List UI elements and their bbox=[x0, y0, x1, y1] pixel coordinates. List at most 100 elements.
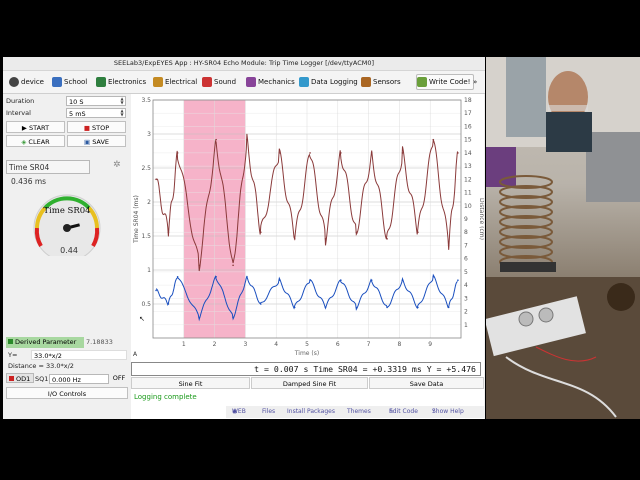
gear-icon bbox=[9, 77, 19, 87]
y2-tick-label: 5 bbox=[464, 269, 468, 276]
x-tick-label: 6 bbox=[336, 341, 340, 348]
spin-arrows-icon[interactable]: ▲ ▼ bbox=[119, 97, 125, 105]
y-tick-label: 3 bbox=[147, 131, 151, 138]
gauge-value: 0.44 bbox=[60, 246, 78, 255]
od1-toggle[interactable]: OD1 bbox=[6, 373, 34, 383]
checkbox-checked-icon bbox=[8, 339, 13, 344]
menu-device[interactable]: device bbox=[9, 75, 44, 89]
code-icon bbox=[417, 77, 427, 87]
start-button[interactable]: ▶ START bbox=[6, 121, 65, 133]
series-point bbox=[293, 306, 296, 309]
sine-fit-button[interactable]: Sine Fit bbox=[131, 377, 250, 389]
chart: 0.511.522.533.51234567891011121314151617… bbox=[133, 97, 484, 358]
spin-arrows-icon[interactable]: ▲ ▼ bbox=[119, 109, 125, 117]
duration-input[interactable]: 10 S ▲ ▼ bbox=[66, 96, 126, 106]
series-point bbox=[447, 306, 450, 309]
series-point bbox=[215, 276, 217, 278]
x-tick-label: 4 bbox=[274, 341, 278, 348]
series-point bbox=[355, 306, 358, 309]
y2-tick-label: 7 bbox=[464, 242, 468, 249]
stop-button[interactable]: ■ STOP bbox=[67, 121, 126, 133]
menu-data-logging[interactable]: Data Logging bbox=[299, 75, 358, 89]
sq1-label: SQ1 bbox=[35, 375, 49, 383]
y2-axis-label: Distance (cm) bbox=[478, 198, 484, 240]
x-tick-label: 2 bbox=[213, 341, 217, 348]
webcam-scene bbox=[486, 57, 640, 419]
series-point bbox=[260, 303, 262, 305]
x-tick-label: 8 bbox=[397, 341, 401, 348]
menu-electronics[interactable]: Electronics bbox=[96, 75, 146, 89]
series-point bbox=[432, 276, 435, 278]
series-point bbox=[155, 178, 157, 181]
gauge: Time SR04 0.44 bbox=[33, 194, 101, 256]
save-data-button[interactable]: Save Data bbox=[369, 377, 484, 389]
series-point bbox=[340, 279, 342, 281]
series-point bbox=[324, 306, 327, 309]
y2-tick-label: 1 bbox=[464, 322, 468, 329]
y2-tick-label: 13 bbox=[464, 163, 472, 170]
y2-tick-label: 16 bbox=[464, 123, 472, 130]
duration-label: Duration bbox=[6, 97, 35, 105]
y-tick-label: 1 bbox=[147, 267, 151, 274]
menu-mechanics[interactable]: Mechanics bbox=[246, 75, 295, 89]
stop-icon: ■ bbox=[83, 124, 93, 132]
electrical-icon bbox=[153, 77, 163, 87]
sensors-icon bbox=[361, 77, 371, 87]
themes-link[interactable]: Themes bbox=[347, 406, 371, 418]
y2-tick-label: 11 bbox=[464, 190, 472, 197]
clear-button[interactable]: ◈ CLEAR bbox=[6, 135, 65, 147]
files-link[interactable]: Files bbox=[262, 406, 275, 418]
write-code-button[interactable]: Write Code! bbox=[416, 74, 475, 90]
menu-sensors[interactable]: Sensors bbox=[361, 75, 401, 89]
x-tick-label: 9 bbox=[428, 341, 432, 348]
y-tick-label: 0.5 bbox=[141, 301, 151, 308]
play-icon: ▶ bbox=[21, 124, 29, 132]
window-title: SEELab3/ExpEYES App : HY-SR04 Echo Modul… bbox=[3, 57, 485, 71]
menu-sound[interactable]: Sound bbox=[202, 75, 236, 89]
y-tick-label: 2 bbox=[147, 199, 151, 206]
series-point bbox=[232, 264, 234, 267]
y-axis-label: Time SR04 (ms) bbox=[133, 195, 140, 244]
x-tick-label: 7 bbox=[367, 341, 371, 348]
autoscale-icon[interactable]: A bbox=[133, 351, 138, 358]
interval-input[interactable]: 5 mS ▲ ▼ bbox=[66, 108, 126, 118]
series-point bbox=[457, 279, 459, 281]
electronics-icon bbox=[96, 77, 106, 87]
menu-overflow[interactable]: » bbox=[473, 75, 477, 89]
webcam-view bbox=[486, 57, 640, 419]
series-point bbox=[309, 152, 311, 154]
sq1-off-button[interactable]: OFF bbox=[110, 373, 128, 384]
y-tick-label: 1.5 bbox=[141, 233, 151, 240]
y-expression-input[interactable]: 33.0*x/2 bbox=[31, 350, 127, 360]
series-point bbox=[278, 279, 281, 281]
series-point bbox=[246, 276, 248, 278]
series-point bbox=[417, 306, 419, 309]
series-point bbox=[176, 276, 179, 278]
sq1-frequency-input[interactable]: 0.000 Hz bbox=[49, 374, 109, 384]
control-panel: Duration 10 S ▲ ▼ Interval 5 mS ▲ ▼ ▶ START … bbox=[3, 94, 131, 419]
data-logging-icon bbox=[299, 77, 309, 87]
series-point bbox=[401, 279, 404, 281]
series-point bbox=[386, 306, 388, 309]
series-point bbox=[278, 152, 281, 154]
series-point bbox=[293, 238, 296, 240]
save-button[interactable]: ▣ SAVE bbox=[67, 135, 126, 147]
y-label: Y= bbox=[8, 351, 18, 359]
io-controls-button[interactable]: I/O Controls bbox=[6, 387, 128, 399]
menu-electrical[interactable]: Electrical bbox=[153, 75, 197, 89]
damped-sine-fit-button[interactable]: Damped Sine Fit bbox=[251, 377, 368, 389]
menu-school[interactable]: School bbox=[52, 75, 87, 89]
install-packages-link[interactable]: Install Packages bbox=[287, 406, 335, 418]
series-point bbox=[324, 238, 327, 240]
app-window: SEELab3/ExpEYES App : HY-SR04 Echo Modul… bbox=[3, 57, 485, 419]
y2-tick-label: 2 bbox=[464, 309, 468, 316]
series-point bbox=[215, 138, 217, 141]
indicator-icon bbox=[9, 376, 14, 381]
derived-parameter-checkbox[interactable]: Derived Parameter bbox=[6, 337, 84, 348]
series-point bbox=[457, 152, 459, 154]
y2-tick-label: 4 bbox=[464, 282, 468, 289]
cursor-readout: t = 0.007 s Time SR04 = +0.3319 ms Y = +… bbox=[131, 362, 481, 376]
derived-result: 7.18833 bbox=[86, 338, 113, 346]
y2-tick-label: 6 bbox=[464, 256, 468, 263]
footer-bar: ◉ WEB Files Install Packages Themes ✎ Ed… bbox=[226, 406, 485, 418]
